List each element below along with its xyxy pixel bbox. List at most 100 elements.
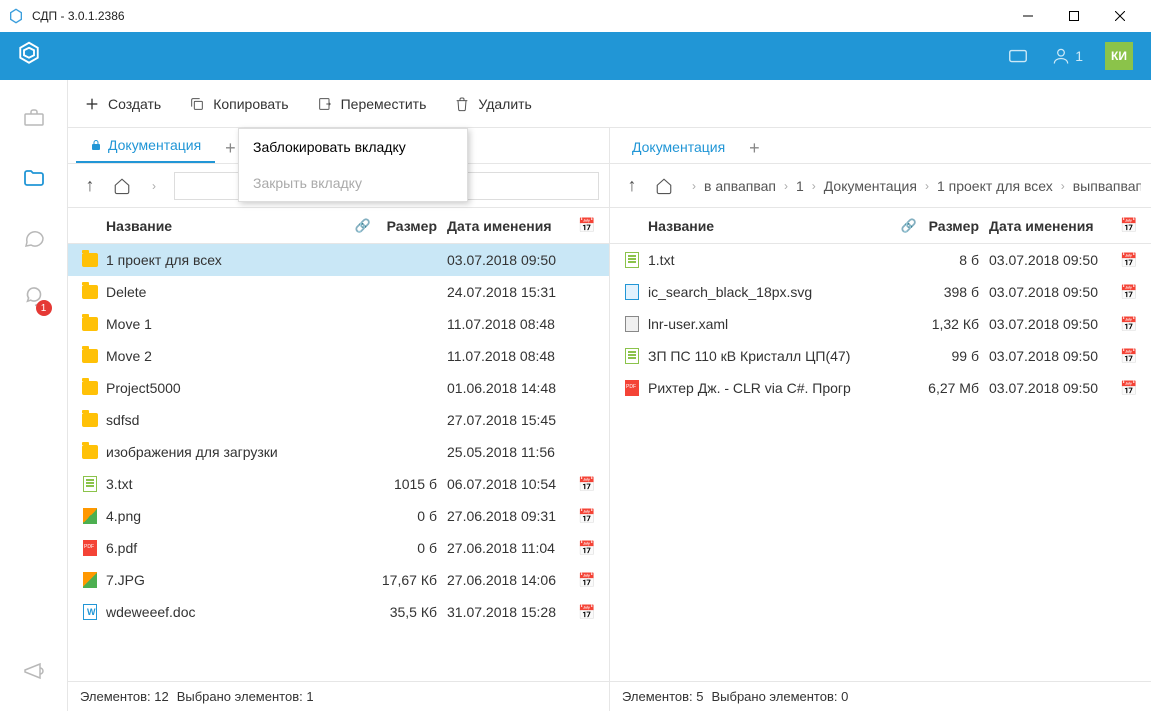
up-icon[interactable]: ↑ [620, 174, 644, 198]
table-row[interactable]: 1.txt8 б03.07.2018 09:50📅 [610, 244, 1151, 276]
right-pane: Документация + ↑ › в апвапвап › 1 › Документа… [610, 128, 1151, 711]
right-tabs: Документация + [610, 128, 1151, 164]
breadcrumb-sep: › [925, 179, 929, 193]
breadcrumb-item[interactable]: в апвапвап [704, 178, 776, 194]
close-button[interactable] [1097, 0, 1143, 32]
right-add-tab[interactable]: + [739, 133, 770, 163]
row-calendar: 📅 [575, 604, 599, 621]
link-icon[interactable]: 🔗 [895, 218, 923, 234]
col-date[interactable]: Дата именения [989, 218, 1117, 234]
row-calendar: 📅 [575, 476, 599, 493]
right-navbar: ↑ ›в апвапвап›1›Документация›1 проект дл… [610, 164, 1151, 208]
home-icon[interactable] [110, 174, 134, 198]
row-name: lnr-user.xaml [644, 316, 895, 332]
left-statusbar: Элементов: 12 Выбрано элементов: 1 [68, 681, 609, 711]
move-button[interactable]: Переместить [317, 96, 427, 112]
table-row[interactable]: 4.png0 б27.06.2018 09:31📅 [68, 500, 609, 532]
calendar-icon[interactable]: 📅 [1117, 217, 1141, 234]
row-name: Project5000 [102, 380, 349, 396]
row-size: 35,5 Кб [377, 604, 447, 620]
table-row[interactable]: lnr-user.xaml1,32 Кб03.07.2018 09:50📅 [610, 308, 1151, 340]
svg-file-icon [625, 284, 639, 300]
window-title: СДП - 3.0.1.2386 [32, 9, 125, 23]
row-size: 8 б [923, 252, 989, 268]
table-row[interactable]: Рихтер Дж. - CLR via C#. Прогр6,27 Мб03.… [610, 372, 1151, 404]
chevron-right-icon[interactable]: › [142, 174, 166, 198]
table-row[interactable]: Move 211.07.2018 08:48 [68, 340, 609, 372]
avatar[interactable]: КИ [1105, 42, 1133, 70]
col-size[interactable]: Размер [377, 218, 447, 234]
row-date: 27.06.2018 11:04 [447, 540, 575, 556]
breadcrumb-sep: › [692, 179, 696, 193]
row-date: 01.06.2018 14:48 [447, 380, 575, 396]
col-name[interactable]: Название [102, 218, 349, 234]
col-date[interactable]: Дата именения [447, 218, 575, 234]
table-row[interactable]: изображения для загрузки25.05.2018 11:56 [68, 436, 609, 468]
table-row[interactable]: Project5000 01.06.2018 14:48 [68, 372, 609, 404]
table-row[interactable]: Delete24.07.2018 15:31 [68, 276, 609, 308]
table-row[interactable]: sdfsd27.07.2018 15:45 [68, 404, 609, 436]
col-size[interactable]: Размер [923, 218, 989, 234]
right-breadcrumbs: ›в апвапвап›1›Документация›1 проект для … [684, 178, 1141, 194]
user-button[interactable]: 1 [1051, 46, 1083, 66]
breadcrumb-sep: › [784, 179, 788, 193]
sidebar-chat[interactable] [14, 218, 54, 258]
breadcrumb-item[interactable]: Документация [824, 178, 917, 194]
folder-icon [82, 349, 98, 363]
folder-icon [82, 253, 98, 267]
left-tab[interactable]: Документация [76, 129, 215, 163]
table-row[interactable]: 3.txt1015 б06.07.2018 10:54📅 [68, 468, 609, 500]
table-row[interactable]: ic_search_black_18px.svg398 б03.07.2018 … [610, 276, 1151, 308]
calendar-icon[interactable]: 📅 [575, 217, 599, 234]
copy-button[interactable]: Копировать [189, 96, 288, 112]
row-name: wdeweeef.doc [102, 604, 349, 620]
row-name: 7.JPG [102, 572, 349, 588]
text-file-icon [625, 252, 639, 268]
sidebar-briefcase[interactable] [14, 98, 54, 138]
cm-close-tab: Закрыть вкладку [239, 165, 467, 201]
right-rows: 1.txt8 б03.07.2018 09:50📅ic_search_black… [610, 244, 1151, 681]
breadcrumb-item[interactable]: 1 проект для всех [937, 178, 1053, 194]
table-row[interactable]: ЗП ПС 110 кВ Кристалл ЦП(47)99 б03.07.20… [610, 340, 1151, 372]
breadcrumb-item[interactable]: выпвапвап [1073, 178, 1141, 194]
breadcrumb-item[interactable]: 1 [796, 178, 804, 194]
folder-icon [82, 285, 98, 299]
cm-lock-tab[interactable]: Заблокировать вкладку [239, 129, 467, 165]
maximize-button[interactable] [1051, 0, 1097, 32]
right-status-selected: Выбрано элементов: 0 [711, 689, 848, 704]
logo-icon [14, 39, 44, 74]
row-size: 1015 б [377, 476, 447, 492]
col-name[interactable]: Название [644, 218, 895, 234]
sidebar-folder[interactable] [14, 158, 54, 198]
row-name: sdfsd [102, 412, 349, 428]
header: 1 КИ [0, 32, 1151, 80]
table-row[interactable]: wdeweeef.doc35,5 Кб31.07.2018 15:28📅 [68, 596, 609, 628]
minimize-button[interactable] [1005, 0, 1051, 32]
sidebar-announce[interactable] [14, 651, 54, 691]
sidebar-chats[interactable]: 1 [14, 278, 54, 318]
row-name: Delete [102, 284, 349, 300]
link-icon[interactable]: 🔗 [349, 218, 377, 234]
folder-icon [82, 381, 98, 395]
row-name: ic_search_black_18px.svg [644, 284, 895, 300]
folder-icon [82, 317, 98, 331]
delete-button[interactable]: Удалить [454, 96, 531, 112]
row-name: Move 1 [102, 316, 349, 332]
row-name: 3.txt [102, 476, 349, 492]
row-calendar: 📅 [575, 508, 599, 525]
table-row[interactable]: 6.pdf0 б27.06.2018 11:04📅 [68, 532, 609, 564]
create-button[interactable]: Создать [84, 96, 161, 112]
row-date: 11.07.2018 08:48 [447, 316, 575, 332]
table-row[interactable]: 1 проект для всех03.07.2018 09:50 [68, 244, 609, 276]
home-icon[interactable] [652, 174, 676, 198]
folder-icon [82, 413, 98, 427]
row-date: 03.07.2018 09:50 [989, 252, 1117, 268]
titlebar: СДП - 3.0.1.2386 [0, 0, 1151, 32]
text-file-icon [83, 476, 97, 492]
row-size: 0 б [377, 508, 447, 524]
table-row[interactable]: 7.JPG17,67 Кб27.06.2018 14:06📅 [68, 564, 609, 596]
up-icon[interactable]: ↑ [78, 174, 102, 198]
table-row[interactable]: Move 1 11.07.2018 08:48 [68, 308, 609, 340]
storage-button[interactable] [1007, 45, 1029, 67]
right-tab[interactable]: Документация [618, 131, 739, 163]
